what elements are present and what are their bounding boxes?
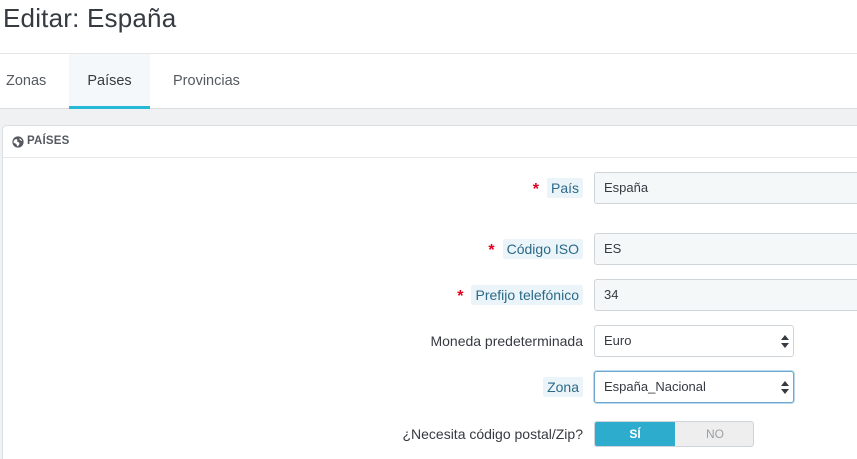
prefix-label-text[interactable]: Prefijo telefónico — [471, 285, 583, 305]
iso-code-input[interactable]: ES — [594, 233, 857, 265]
currency-select[interactable]: Euro — [594, 325, 794, 357]
zone-label-text[interactable]: Zona — [543, 377, 583, 397]
tab-provincias[interactable]: Provincias — [173, 54, 240, 109]
panel-title: PAÍSES — [27, 135, 70, 147]
phone-prefix-input[interactable]: 34 — [594, 279, 857, 311]
tab-paises[interactable]: Países — [69, 54, 150, 109]
country-name-input[interactable]: España — [594, 172, 857, 204]
required-asterisk: * — [457, 288, 464, 305]
zip-no-option[interactable]: NO — [675, 422, 753, 446]
select-arrows-icon — [781, 335, 789, 348]
required-asterisk: * — [488, 242, 495, 259]
prefix-label: * Prefijo telefónico — [457, 285, 583, 305]
country-label: * País — [532, 178, 583, 198]
tabs-bar: Zonas Países Provincias — [0, 53, 857, 109]
panel-heading: PAÍSES — [3, 126, 857, 158]
tab-zonas[interactable]: Zonas — [6, 54, 46, 109]
zone-select[interactable]: España_Nacional — [594, 371, 794, 403]
iso-label: * Código ISO — [488, 239, 583, 259]
select-arrows-icon — [781, 381, 789, 394]
zip-label: ¿Necesita código postal/Zip? — [402, 426, 583, 442]
currency-label-text: Moneda predeterminada — [430, 333, 583, 349]
zone-select-value: España_Nacional — [604, 379, 706, 394]
zip-label-text: ¿Necesita código postal/Zip? — [402, 426, 583, 442]
globe-icon — [12, 136, 24, 148]
page-title: Editar: España — [3, 3, 177, 33]
zone-label: Zona — [543, 377, 583, 397]
currency-select-value: Euro — [604, 333, 632, 348]
iso-label-text[interactable]: Código ISO — [502, 239, 583, 259]
country-label-text[interactable]: País — [546, 178, 583, 198]
required-asterisk: * — [532, 181, 539, 198]
zip-required-switch[interactable]: SÍ NO — [594, 421, 754, 447]
zip-yes-option[interactable]: SÍ — [595, 422, 675, 446]
currency-label: Moneda predeterminada — [430, 333, 583, 349]
